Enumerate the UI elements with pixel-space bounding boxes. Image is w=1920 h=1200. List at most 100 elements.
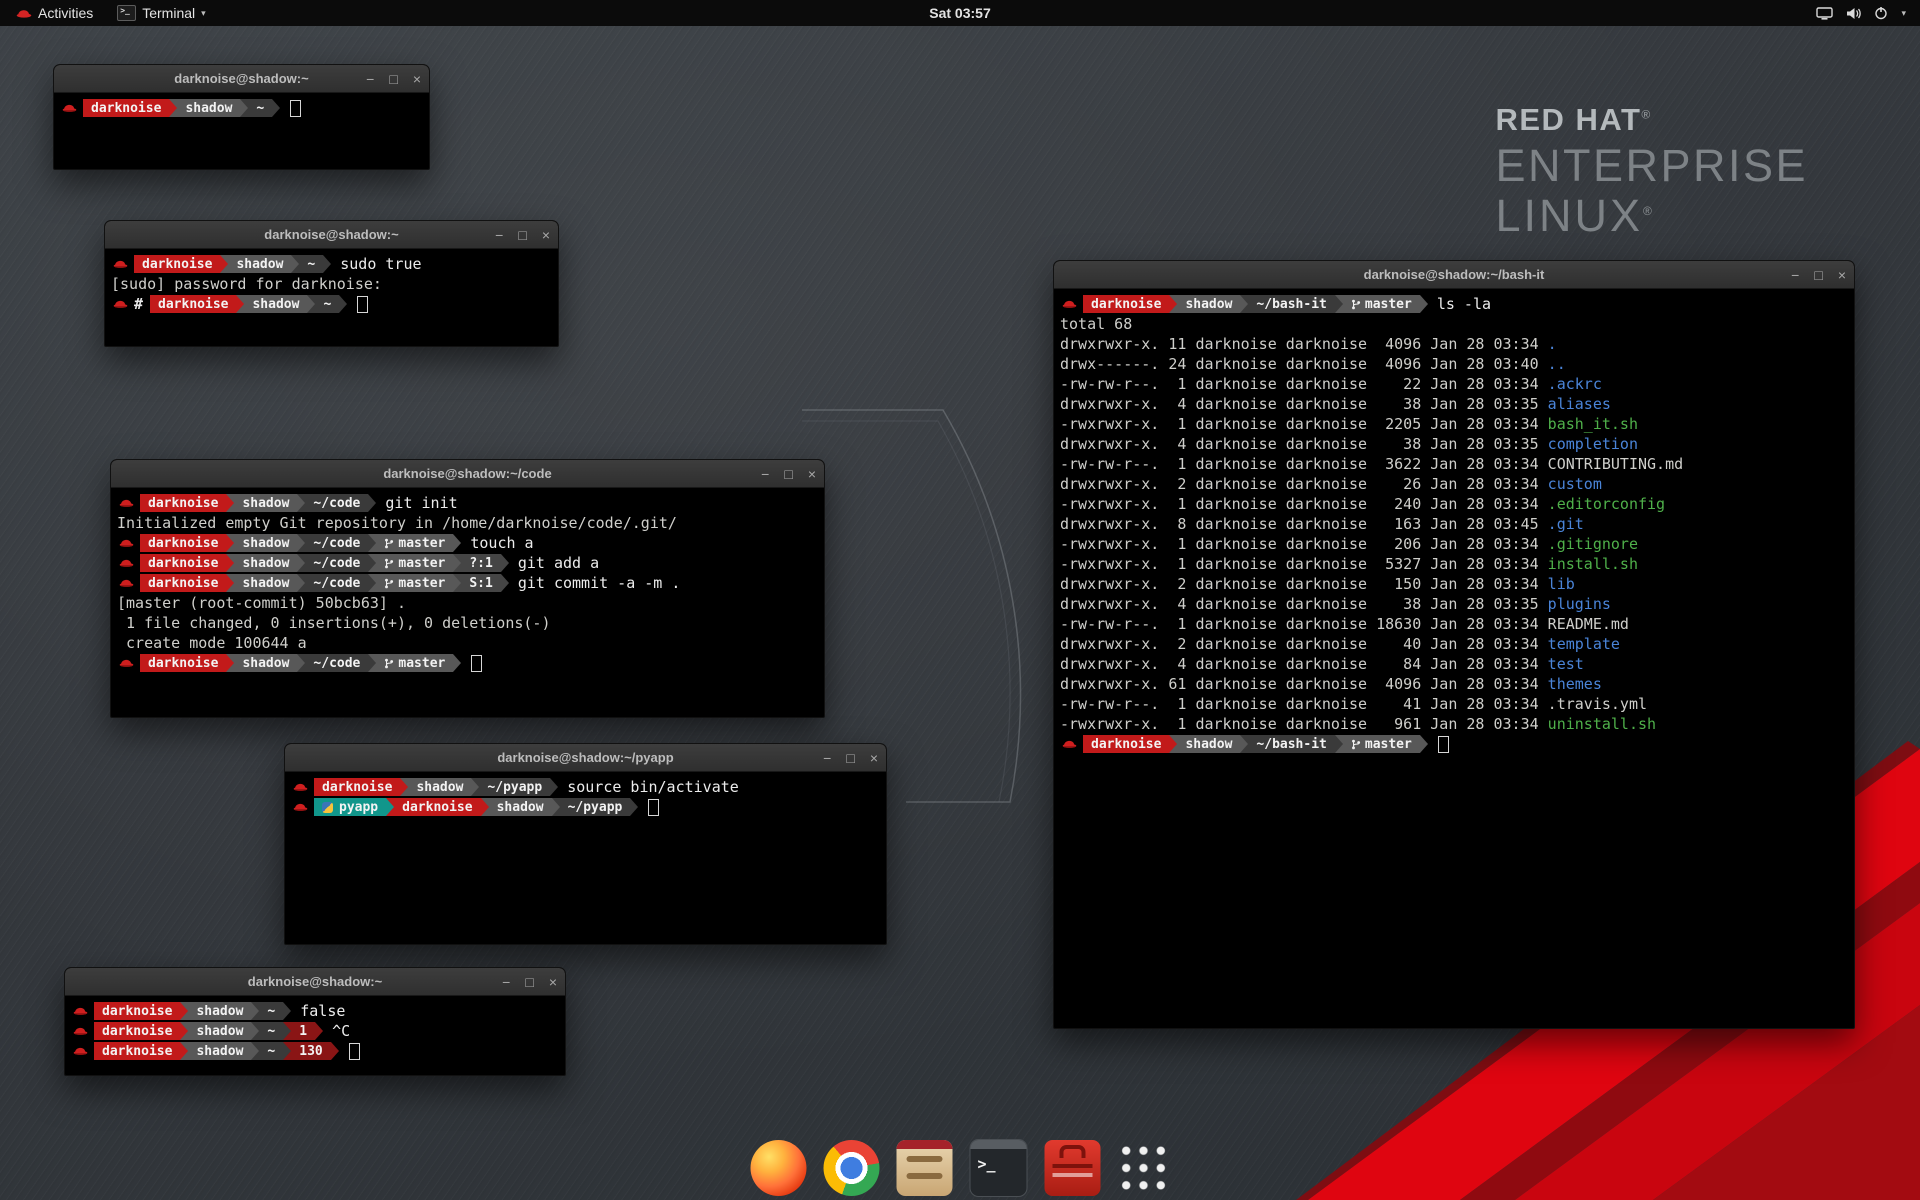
output-text: drwxrwxr-x. 2 darknoise darknoise 26 Jan… (1060, 475, 1548, 493)
prompt-segment: ~ (299, 255, 323, 273)
terminal-content[interactable]: darknoiseshadow~ (54, 93, 429, 118)
terminal-line: 1 file changed, 0 insertions(+), 0 delet… (117, 613, 824, 633)
system-tray[interactable]: ▾ (1816, 6, 1920, 20)
segment-arrow-icon (368, 574, 376, 592)
prompt-segment: darknoise (140, 554, 226, 572)
output-text: -rw-rw-r--. 1 darknoise darknoise 22 Jan… (1060, 375, 1548, 393)
close-button[interactable]: × (1838, 268, 1846, 282)
prompt-segment: master (1343, 295, 1420, 313)
minimize-button[interactable]: − (366, 72, 374, 86)
toolbox-icon[interactable] (1045, 1140, 1101, 1196)
output-text: README.md (1548, 615, 1629, 633)
activities-button[interactable]: Activities (8, 0, 101, 26)
prompt-segment: ~/code (305, 534, 368, 552)
maximize-button[interactable]: □ (518, 228, 526, 242)
redhat-logo-icon (16, 8, 32, 19)
output-text: -rw-rw-r--. 1 darknoise darknoise 41 Jan… (1060, 695, 1548, 713)
prompt-segment: darknoise (1083, 295, 1169, 313)
app-menu-terminal[interactable]: Terminal ▾ (107, 0, 215, 26)
close-button[interactable]: × (413, 72, 421, 86)
terminal-line: darknoiseshadow~1^C (71, 1021, 565, 1041)
firefox-icon[interactable] (751, 1140, 807, 1196)
command-text: false (300, 1002, 345, 1020)
chevron-down-icon: ▾ (201, 8, 206, 19)
terminal-window-code[interactable]: darknoise@shadow:~/code − □ × darknoises… (110, 459, 825, 718)
git-branch-icon (384, 657, 394, 670)
maximize-button[interactable]: □ (389, 72, 397, 86)
segment-arrow-icon (481, 798, 489, 816)
terminal-content[interactable]: darknoiseshadow~false darknoiseshadow~1^… (65, 996, 565, 1061)
minimize-button[interactable]: − (761, 467, 769, 481)
prompt-segment: darknoise (94, 1002, 180, 1020)
segment-arrow-icon (315, 1022, 323, 1040)
prompt-segment: shadow (188, 1042, 251, 1060)
output-text: drwxrwxr-x. 4 darknoise darknoise 38 Jan… (1060, 395, 1548, 413)
output-text: .editorconfig (1548, 495, 1665, 513)
minimize-button[interactable]: − (502, 975, 510, 989)
prompt-segment: shadow (408, 778, 471, 796)
window-titlebar[interactable]: darknoise@shadow:~/pyapp − □ × (285, 744, 886, 772)
output-text: CONTRIBUTING.md (1548, 455, 1683, 473)
terminal-line: darknoiseshadow~/code master?:1git add a (117, 553, 824, 573)
output-text: test (1548, 655, 1584, 673)
segment-arrow-icon (291, 255, 299, 273)
chrome-icon[interactable] (824, 1140, 880, 1196)
terminal-window-bash-it[interactable]: darknoise@shadow:~/bash-it − □ × darknoi… (1053, 260, 1855, 1029)
terminal-icon[interactable] (970, 1139, 1028, 1197)
window-titlebar[interactable]: darknoise@shadow:~ − □ × (105, 221, 558, 249)
top-bar-left: Activities Terminal ▾ (0, 0, 216, 26)
maximize-button[interactable]: □ (525, 975, 533, 989)
terminal-content[interactable]: darknoiseshadow~/codegit initInitialized… (111, 488, 824, 673)
terminal-line: drwxrwxr-x. 4 darknoise darknoise 38 Jan… (1060, 394, 1854, 414)
window-titlebar[interactable]: darknoise@shadow:~ − □ × (54, 65, 429, 93)
terminal-window-home-1[interactable]: darknoise@shadow:~ − □ × darknoiseshadow… (53, 64, 430, 170)
window-controls: − □ × (761, 460, 816, 487)
close-button[interactable]: × (808, 467, 816, 481)
terminal-content[interactable]: darknoiseshadow~/pyappsource bin/activat… (285, 772, 886, 817)
chevron-down-icon: ▾ (1901, 8, 1906, 19)
terminal-cursor (357, 296, 368, 313)
volume-icon (1846, 7, 1861, 20)
terminal-window-sudo[interactable]: darknoise@shadow:~ − □ × darknoiseshadow… (104, 220, 559, 347)
rhel-logo: RED HAT® ENTERPRISE LINUX® (1495, 104, 1808, 238)
segment-arrow-icon (297, 494, 305, 512)
terminal-content[interactable]: darknoiseshadow~sudo true[sudo] password… (105, 249, 558, 314)
segment-arrow-icon (471, 778, 479, 796)
minimize-button[interactable]: − (823, 751, 831, 765)
clock[interactable]: Sat 03:57 (929, 5, 990, 21)
show-applications-icon[interactable] (1118, 1142, 1170, 1194)
desktop: { "topbar": { "activities_label": "Activ… (0, 0, 1920, 1200)
redhat-prompt-icon (293, 802, 308, 812)
prompt-segment: ~/code (305, 574, 368, 592)
prompt-segment: ~/bash-it (1248, 295, 1334, 313)
terminal-window-pyapp[interactable]: darknoise@shadow:~/pyapp − □ × darknoise… (284, 743, 887, 945)
prompt-segment: master (1343, 735, 1420, 753)
minimize-button[interactable]: − (1791, 268, 1799, 282)
minimize-button[interactable]: − (495, 228, 503, 242)
close-button[interactable]: × (542, 228, 550, 242)
redhat-prompt-icon (113, 259, 128, 269)
maximize-button[interactable]: □ (846, 751, 854, 765)
maximize-button[interactable]: □ (784, 467, 792, 481)
segment-arrow-icon (283, 1002, 291, 1020)
file-manager-icon[interactable] (897, 1140, 953, 1196)
segment-arrow-icon (400, 778, 408, 796)
output-text: completion (1548, 435, 1638, 453)
terminal-cursor (290, 100, 301, 117)
terminal-window-home-2[interactable]: darknoise@shadow:~ − □ × darknoiseshadow… (64, 967, 566, 1076)
window-titlebar[interactable]: darknoise@shadow:~/bash-it − □ × (1054, 261, 1854, 289)
close-button[interactable]: × (870, 751, 878, 765)
window-titlebar[interactable]: darknoise@shadow:~ − □ × (65, 968, 565, 996)
close-button[interactable]: × (549, 975, 557, 989)
window-titlebar[interactable]: darknoise@shadow:~/code − □ × (111, 460, 824, 488)
maximize-button[interactable]: □ (1814, 268, 1822, 282)
terminal-content[interactable]: darknoiseshadow~/bash-it masterls -latot… (1054, 289, 1854, 754)
redhat-prompt-icon (119, 578, 134, 588)
git-branch-icon (1351, 298, 1361, 311)
terminal-line: darknoiseshadow~/codegit init (117, 493, 824, 513)
window-title: darknoise@shadow:~/bash-it (1364, 267, 1545, 282)
output-text: total 68 (1060, 315, 1132, 333)
redhat-prompt-icon (62, 103, 77, 113)
prompt-segment: darknoise (140, 654, 226, 672)
output-text: -rwxrwxr-x. 1 darknoise darknoise 240 Ja… (1060, 495, 1548, 513)
